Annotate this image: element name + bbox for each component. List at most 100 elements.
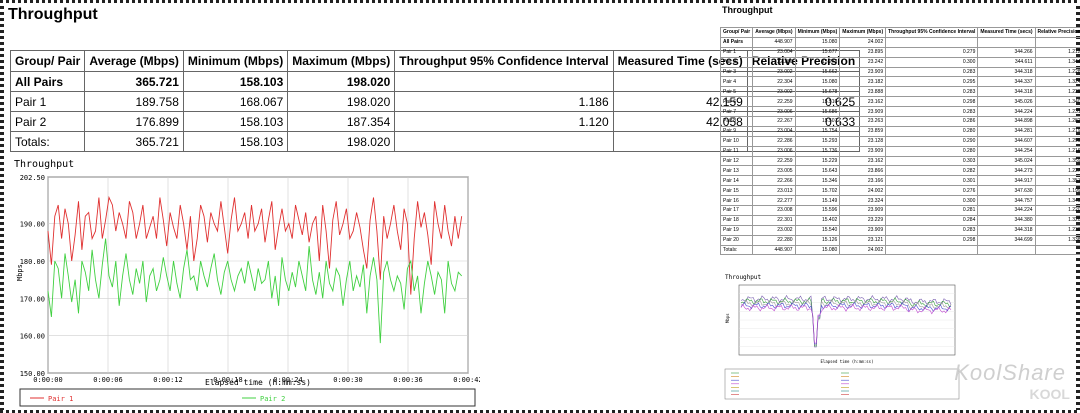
thumb-cell: 1.344 — [1034, 56, 1080, 68]
thumb-table-row: Pair 10 22.286 15.293 23.128 0.290 344.607 1.2… — [719, 135, 1080, 147]
x-tick-label: 0:00:00 — [33, 376, 63, 384]
thumb-cell: 0.284 — [885, 214, 979, 226]
thumb-cell: 15.346 — [794, 175, 841, 187]
thumb-cell: 23.909 — [839, 145, 887, 157]
thumb-cell: 344.757 — [977, 195, 1036, 207]
report-panel: Throughput Group/ Pair Average (Mbps) Mi… — [6, 4, 861, 409]
thumb-cell: 23.229 — [839, 214, 887, 226]
thumb-cell: 15.540 — [794, 224, 841, 236]
thumb-cell: 15.507 — [794, 116, 841, 127]
thumb-cell: 23.004 — [752, 46, 796, 58]
legend-label: Pair 1 — [48, 395, 73, 403]
thumb-cell: 15.686 — [794, 106, 841, 118]
cell-min: 158.103 — [182, 111, 289, 132]
thumb-cell: 23.006 — [752, 145, 796, 157]
report-title: Throughput — [8, 6, 98, 23]
thumb-cell: 0.298 — [885, 234, 979, 246]
thumb-header-rp: Relative Precision — [1034, 27, 1080, 38]
thumb-cell: Pair 12 — [719, 155, 754, 167]
cell-avg: 176.899 — [84, 111, 184, 132]
thumb-cell: 344.337 — [977, 76, 1036, 88]
thumb-cell: 23.006 — [752, 106, 796, 118]
thumb-cell: 0.290 — [885, 135, 979, 147]
thumb-cell: 1.230 — [1034, 224, 1080, 236]
thumb-cell: Pair 17 — [719, 205, 754, 216]
thumb-cell: 344.611 — [977, 56, 1036, 68]
thumb-cell: 22.280 — [752, 234, 796, 246]
thumb-table-row: Pair 4 22.304 15.080 23.182 0.295 344.337 1.32… — [719, 76, 1080, 88]
cell-name: Pair 1 — [9, 91, 86, 112]
thumb-cell — [977, 36, 1036, 48]
thumb-cell: 448.907 — [752, 244, 796, 256]
thumb-cell: Pair 18 — [719, 214, 754, 226]
thumb-cell: 1.220 — [1034, 205, 1080, 216]
thumb-cell: 23.013 — [752, 185, 796, 197]
thumb-cell: 1.219 — [1034, 125, 1080, 137]
left-border — [0, 0, 4, 413]
thumb-cell: Pair 15 — [719, 185, 754, 197]
thumb-cell: Pair 6 — [719, 96, 754, 108]
x-tick-label: 0:00:42 — [453, 376, 480, 384]
thumb-cell: 347.630 — [977, 185, 1036, 197]
thumb-cell: 1.349 — [1034, 195, 1080, 207]
thumb-table-row: Pair 9 23.004 15.754 23.859 0.280 344.281 1.21… — [719, 125, 1080, 137]
thumb-cell: 23.895 — [839, 46, 887, 58]
thumb-cell: 23.242 — [839, 56, 887, 68]
thumb-x-axis-label: Elapsed time (h:mm:ss) — [821, 359, 874, 364]
thumb-table-row: Pair 15 23.013 15.702 24.002 0.276 347.630 1.1… — [719, 185, 1080, 197]
cell-ci — [394, 131, 614, 152]
cell-ci: 1.120 — [394, 111, 614, 132]
x-tick-label: 0:00:30 — [333, 376, 363, 384]
thumb-cell: 0.281 — [885, 205, 979, 216]
thumb-cell: 23.859 — [839, 125, 887, 137]
y-tick-label: 202.50 — [20, 174, 45, 182]
thumb-cell: 0.283 — [885, 106, 979, 118]
thumb-cell: 1.320 — [1034, 214, 1080, 226]
thumb-cell: Pair 14 — [719, 175, 754, 187]
thumb-cell — [1034, 244, 1080, 256]
thumb-table-row: Totals: 448.907 15.080 24.002 — [719, 244, 1080, 256]
thumb-cell: Pair 7 — [719, 106, 754, 118]
thumb-cell: 15.678 — [794, 86, 841, 98]
cell-avg: 365.721 — [84, 131, 184, 152]
cell-min: 158.103 — [182, 71, 289, 92]
thumb-cell: 0.286 — [885, 116, 979, 127]
thumb-cell: 0.280 — [885, 145, 979, 157]
thumb-cell: 15.273 — [794, 56, 841, 68]
thumb-table-row: Pair 17 23.008 15.596 23.909 0.281 344.224 1.2… — [719, 205, 1080, 216]
thumb-cell: 22.267 — [752, 116, 796, 127]
header-group-pair: Group/ Pair — [9, 50, 86, 72]
thumb-cell: 22.259 — [752, 96, 796, 108]
thumbnail-chart-svg: Throughput Elapsed time (h:mm:ss) Mbps — [724, 274, 960, 400]
thumb-cell: 1.199 — [1034, 185, 1080, 197]
thumb-table-row: Pair 12 22.259 15.229 23.162 0.303 345.024 1.3… — [719, 155, 1080, 167]
thumb-header-maximum: Maximum (Mbps) — [839, 27, 887, 38]
thumb-cell: 23.008 — [752, 205, 796, 216]
thumb-cell: 344.281 — [977, 125, 1036, 137]
thumb-cell: 345.026 — [977, 96, 1036, 108]
thumb-cell: 0.298 — [885, 96, 979, 108]
thumb-cell: 344.273 — [977, 165, 1036, 177]
thumb-table-row: All Pairs 448.907 15.080 24.002 — [719, 36, 1080, 48]
thumb-cell: 0.283 — [885, 86, 979, 98]
thumb-cell: 344.266 — [977, 46, 1036, 58]
thumbnail-report-panel: Throughput Group/ Pair Average (Mbps) Mi… — [719, 3, 1080, 410]
thumb-cell: 0.283 — [885, 224, 979, 236]
thumb-cell: 344.898 — [977, 116, 1036, 127]
thumb-cell: Totals: — [719, 244, 754, 256]
thumb-cell: 0.276 — [885, 185, 979, 197]
thumb-header-average: Average (Mbps) — [752, 27, 796, 38]
thumb-table-row: Pair 20 22.280 15.126 23.121 0.298 344.699 1.3… — [719, 234, 1080, 246]
thumb-cell: 345.024 — [977, 155, 1036, 167]
cell-name: Totals: — [9, 131, 86, 152]
thumb-chart-title: Throughput — [725, 274, 762, 281]
legend-label: Pair 2 — [260, 395, 285, 403]
header-minimum: Minimum (Mbps) — [182, 50, 289, 72]
thumb-table-row: Pair 7 23.006 15.686 23.909 0.283 344.224 1.23… — [719, 106, 1080, 118]
thumb-cell: 1.338 — [1034, 234, 1080, 246]
thumb-cell: 22.301 — [752, 214, 796, 226]
thumb-cell: 1.359 — [1034, 155, 1080, 167]
thumb-cell: 23.002 — [752, 224, 796, 236]
thumb-cell: 1.231 — [1034, 106, 1080, 118]
thumb-cell: Pair 10 — [719, 135, 754, 147]
